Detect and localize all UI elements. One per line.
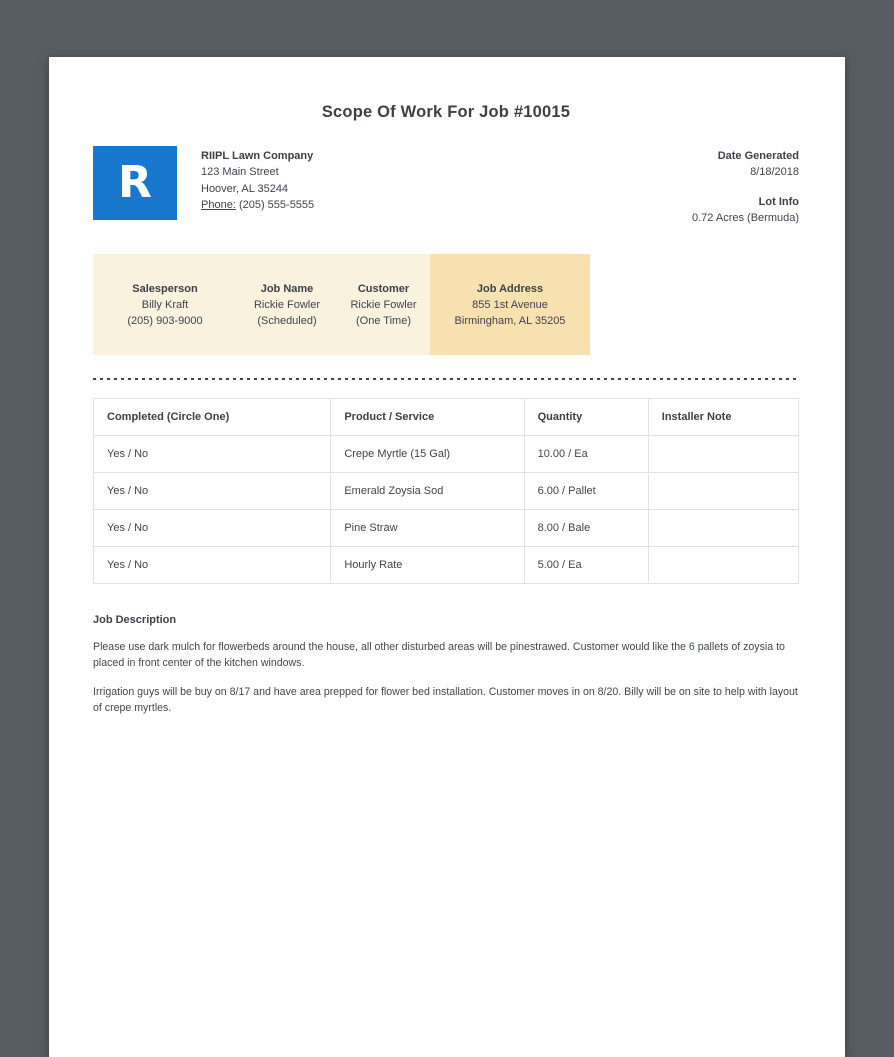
- date-generated-value: 8/18/2018: [750, 166, 799, 179]
- company-logo: R: [93, 146, 177, 220]
- customer-name: Rickie Fowler: [350, 299, 417, 312]
- table-header-row: Completed (Circle One) Product / Service…: [92, 398, 800, 437]
- info-col-salesperson: Salesperson Billy Kraft (205) 903-9000: [93, 254, 237, 355]
- job-description-paragraph-2: Irrigation guys will be buy on 8/17 and …: [93, 686, 798, 715]
- cell-installer-note: [647, 546, 800, 585]
- company-name: RIIPL Lawn Company: [201, 150, 314, 162]
- cell-completed: Yes / No: [92, 472, 332, 511]
- job-description-heading: Job Description: [93, 614, 177, 627]
- logo-letter: R: [118, 157, 152, 208]
- cell-product: Emerald Zoysia Sod: [330, 472, 525, 511]
- company-info: RIIPL Lawn Company 123 Main Street Hoove…: [201, 146, 314, 213]
- job-name-label: Job Name: [260, 283, 314, 296]
- job-description-section: Job Description Please use dark mulch fo…: [93, 614, 799, 716]
- lot-info-label: Lot Info: [758, 195, 799, 208]
- salesperson-name: Billy Kraft: [141, 299, 189, 312]
- header-product-service: Product / Service: [330, 398, 525, 437]
- job-address-label: Job Address: [476, 283, 544, 296]
- cell-completed: Yes / No: [92, 435, 332, 474]
- lot-info-value: 0.72 Acres (Bermuda): [692, 211, 799, 224]
- table-row: Yes / No Pine Straw 8.00 / Bale: [92, 509, 800, 548]
- job-name-value: Rickie Fowler: [253, 299, 320, 312]
- header-completed: Completed (Circle One): [92, 398, 332, 437]
- job-info-band: Salesperson Billy Kraft (205) 903-9000 J…: [93, 254, 590, 356]
- table-row: Yes / No Hourly Rate 5.00 / Ea: [92, 546, 800, 585]
- company-address-line1: 123 Main Street: [201, 166, 279, 179]
- cell-product: Hourly Rate: [330, 546, 525, 585]
- cell-quantity: 6.00 / Pallet: [523, 472, 649, 511]
- work-table: Completed (Circle One) Product / Service…: [92, 398, 800, 585]
- cell-completed: Yes / No: [92, 509, 332, 548]
- document-page: Scope Of Work For Job #10015 R RIIPL Law…: [49, 57, 845, 1057]
- cell-installer-note: [647, 472, 800, 511]
- job-address-line2: Birmingham, AL 35205: [454, 315, 566, 328]
- cell-installer-note: [647, 435, 800, 474]
- cell-product: Crepe Myrtle (15 Gal): [330, 435, 525, 474]
- job-status: (Scheduled): [257, 315, 317, 328]
- info-col-customer: Customer Rickie Fowler (One Time): [337, 254, 430, 355]
- job-address-line1: 855 1st Avenue: [472, 299, 548, 312]
- info-col-job-address: Job Address 855 1st Avenue Birmingham, A…: [430, 254, 590, 356]
- table-row: Yes / No Emerald Zoysia Sod 6.00 / Palle…: [92, 472, 800, 511]
- cell-installer-note: [647, 509, 800, 548]
- cell-product: Pine Straw: [330, 509, 525, 548]
- phone-number: (205) 555-5555: [238, 198, 315, 211]
- cell-quantity: 5.00 / Ea: [523, 546, 649, 585]
- document-meta: Date Generated 8/18/2018 Lot Info 0.72 A…: [692, 146, 799, 226]
- cell-quantity: 8.00 / Bale: [523, 509, 649, 548]
- dashed-divider: [93, 378, 799, 381]
- cell-quantity: 10.00 / Ea: [523, 435, 649, 474]
- info-col-job-name: Job Name Rickie Fowler (Scheduled): [237, 254, 337, 355]
- customer-type: (One Time): [355, 315, 411, 328]
- document-header: R RIIPL Lawn Company 123 Main Street Hoo…: [93, 146, 799, 226]
- date-generated-label: Date Generated: [717, 150, 799, 162]
- cell-completed: Yes / No: [92, 546, 332, 585]
- company-address-line2: Hoover, AL 35244: [201, 182, 289, 195]
- header-quantity: Quantity: [523, 398, 649, 437]
- customer-label: Customer: [357, 283, 410, 296]
- page-title: Scope Of Work For Job #10015: [321, 103, 571, 121]
- header-installer-note: Installer Note: [647, 398, 800, 437]
- job-description-paragraph-1: Please use dark mulch for flowerbeds aro…: [93, 641, 785, 670]
- salesperson-phone: (205) 903-9000: [127, 315, 203, 328]
- phone-label: Phone:: [201, 198, 236, 211]
- salesperson-label: Salesperson: [132, 283, 198, 296]
- company-phone: Phone: (205) 555-5555: [201, 197, 314, 213]
- work-table-body: Yes / No Crepe Myrtle (15 Gal) 10.00 / E…: [92, 435, 800, 585]
- table-row: Yes / No Crepe Myrtle (15 Gal) 10.00 / E…: [92, 435, 800, 474]
- work-table-head: Completed (Circle One) Product / Service…: [92, 398, 800, 437]
